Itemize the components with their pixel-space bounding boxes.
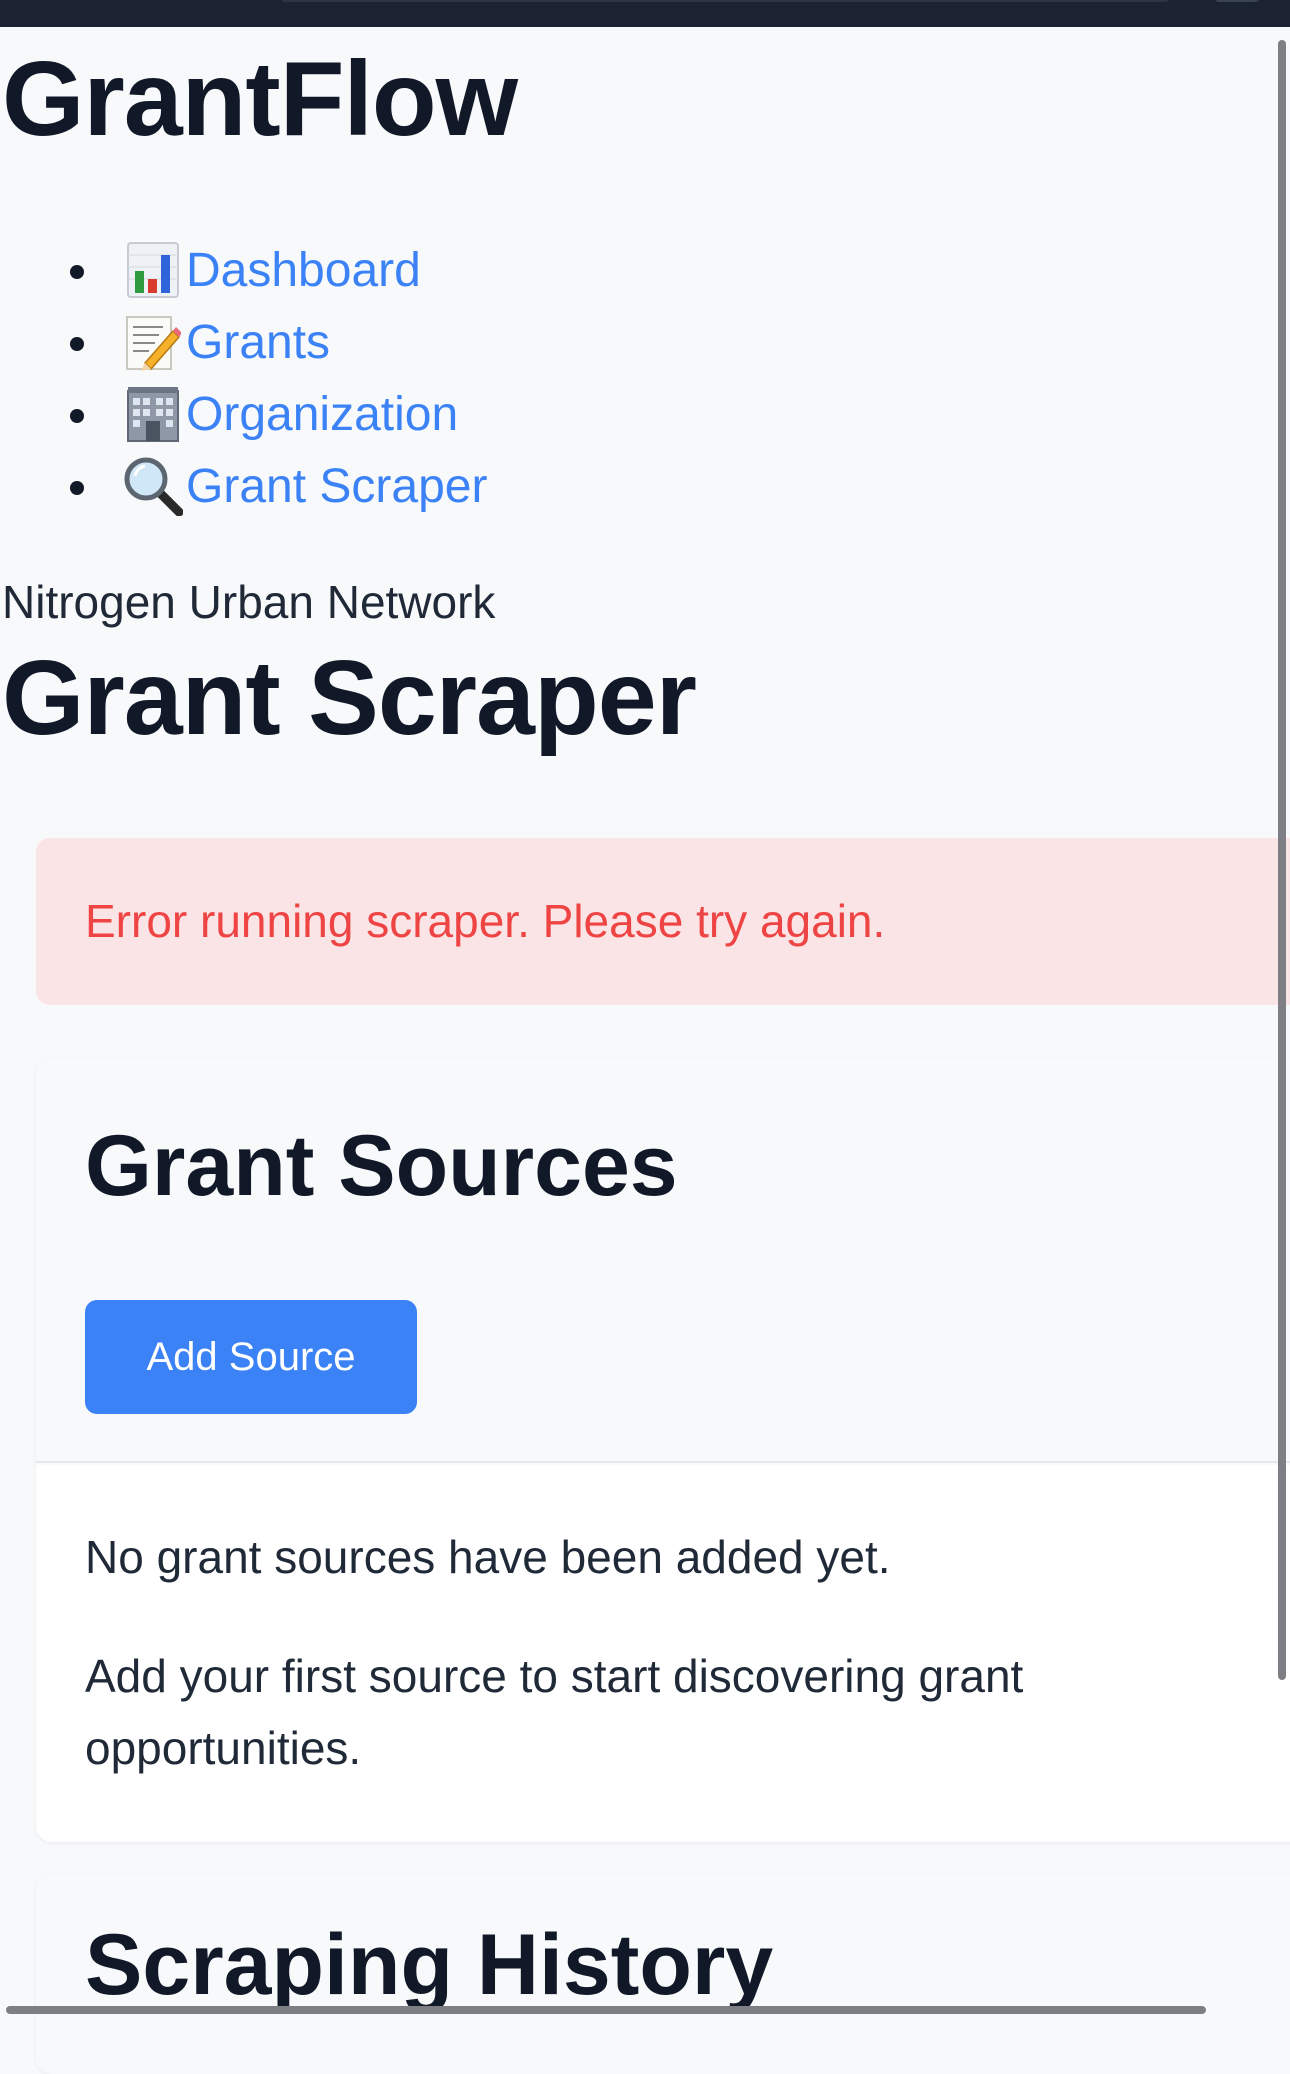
office-building-icon: [122, 383, 184, 445]
memo-icon: [122, 311, 184, 373]
grant-sources-card: Grant Sources Add Source No grant source…: [36, 1057, 1290, 1842]
bullet: [70, 409, 84, 423]
page: GrantFlow Dashboard: [0, 27, 1290, 2018]
add-source-button[interactable]: Add Source: [85, 1300, 417, 1414]
nav-link-dashboard[interactable]: Dashboard: [186, 243, 421, 298]
page-title: Grant Scraper: [2, 638, 696, 759]
bullet: [70, 337, 84, 351]
bullet: [70, 265, 84, 279]
empty-state-hint: Add your first source to start discoveri…: [85, 1640, 1235, 1784]
bullet: [70, 481, 84, 495]
section-title: Grant Sources: [85, 1117, 678, 1216]
main-nav: Dashboard Grants: [0, 234, 487, 522]
nav-item-dashboard: Dashboard: [0, 234, 487, 306]
card-header: Grant Sources Add Source: [36, 1057, 1290, 1463]
section-title: Scraping History: [85, 1916, 773, 2015]
nav-link-organization[interactable]: Organization: [186, 387, 458, 442]
vertical-scrollbar[interactable]: [1278, 40, 1286, 1680]
empty-state-message: No grant sources have been added yet.: [85, 1521, 1235, 1593]
nav-link-grant-scraper[interactable]: Grant Scraper: [186, 459, 487, 514]
error-message: Error running scraper. Please try again.: [85, 894, 885, 948]
address-bar[interactable]: [280, 0, 1170, 2]
organization-name: Nitrogen Urban Network: [2, 575, 495, 629]
nav-item-grants: Grants: [0, 306, 487, 378]
magnifier-icon: [122, 455, 184, 517]
nav-item-organization: Organization: [0, 378, 487, 450]
browser-top-bar: [0, 0, 1290, 27]
app-brand: GrantFlow: [2, 41, 517, 158]
bar-chart-icon: [122, 239, 184, 301]
horizontal-scrollbar[interactable]: [6, 2006, 1206, 2014]
browser-menu-button[interactable]: [1214, 0, 1260, 2]
nav-item-grant-scraper: Grant Scraper: [0, 450, 487, 522]
error-alert: Error running scraper. Please try again.: [36, 838, 1290, 1005]
scraping-history-card: Scraping History: [36, 1874, 1290, 2074]
card-body: No grant sources have been added yet. Ad…: [36, 1465, 1290, 1842]
nav-link-grants[interactable]: Grants: [186, 315, 330, 370]
